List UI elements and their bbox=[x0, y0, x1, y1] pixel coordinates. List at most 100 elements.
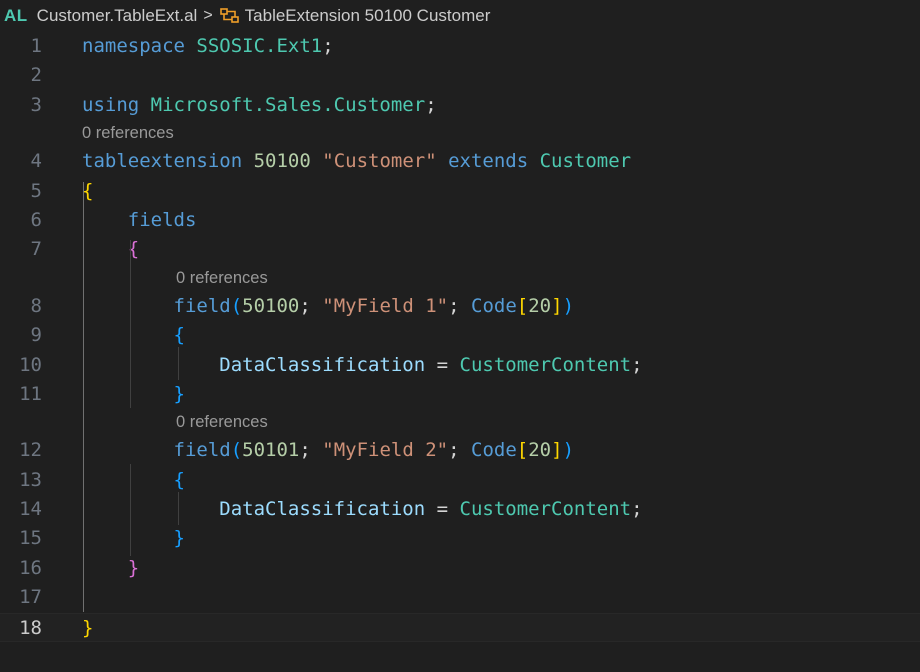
code-text: { bbox=[82, 466, 185, 495]
code-token: CustomerContent bbox=[459, 353, 632, 376]
code-text: } bbox=[82, 524, 185, 553]
codelens-label[interactable]: 0 references bbox=[176, 265, 268, 292]
code-token: Code bbox=[471, 294, 517, 317]
code-line[interactable]: 6 fields bbox=[0, 206, 920, 235]
code-text: fields bbox=[82, 206, 197, 235]
code-line[interactable]: 15 } bbox=[0, 524, 920, 553]
code-token: DataClassification bbox=[219, 353, 426, 376]
line-number: 15 bbox=[19, 527, 42, 550]
code-line[interactable]: 16 } bbox=[0, 554, 920, 583]
codelens-label[interactable]: 0 references bbox=[82, 120, 174, 147]
indent-guide bbox=[83, 182, 84, 612]
line-number: 12 bbox=[19, 439, 42, 462]
code-token: ; bbox=[631, 498, 643, 521]
code-line[interactable]: 18} bbox=[0, 612, 920, 643]
code-text: DataClassification = CustomerContent; bbox=[82, 495, 643, 524]
breadcrumb-file[interactable]: Customer.TableExt.al bbox=[37, 6, 198, 26]
code-text: { bbox=[82, 321, 185, 350]
code-line[interactable]: 3 using Microsoft.Sales.Customer; bbox=[0, 91, 920, 120]
code-text: using Microsoft.Sales.Customer; bbox=[82, 91, 437, 120]
code-token: Customer bbox=[539, 150, 632, 173]
code-token: } bbox=[82, 616, 94, 639]
codelens-references[interactable]: 0 references bbox=[0, 120, 920, 147]
code-token: "MyField 1" bbox=[322, 294, 449, 317]
line-number: 8 bbox=[30, 294, 42, 317]
code-token: ; bbox=[425, 93, 437, 116]
line-number: 4 bbox=[30, 150, 42, 173]
code-line[interactable]: 10 DataClassification = CustomerContent; bbox=[0, 351, 920, 380]
code-line[interactable]: 4 tableextension 50100 "Customer" extends… bbox=[0, 147, 920, 176]
code-line[interactable]: 5{ bbox=[0, 177, 920, 206]
codelens-references[interactable]: 0 references bbox=[0, 409, 920, 436]
code-token: } bbox=[127, 556, 140, 579]
code-line[interactable]: 2 bbox=[0, 61, 920, 90]
code-line[interactable]: 14 DataClassification = CustomerContent; bbox=[0, 495, 920, 524]
indent-guide bbox=[130, 240, 131, 408]
line-number: 10 bbox=[19, 353, 42, 376]
code-token: ; bbox=[448, 294, 471, 317]
indent-guide bbox=[178, 492, 179, 525]
code-line[interactable]: 7 { bbox=[0, 235, 920, 264]
line-number: 2 bbox=[30, 64, 42, 87]
line-number: 5 bbox=[30, 179, 42, 202]
code-token: [ bbox=[516, 439, 529, 462]
code-token: ) bbox=[562, 294, 575, 317]
code-token: { bbox=[173, 468, 185, 491]
code-token: ( bbox=[230, 294, 243, 317]
code-token: 50100 bbox=[242, 294, 300, 317]
code-token: SSOSIC.Ext1 bbox=[196, 35, 323, 57]
code-token: ; bbox=[322, 35, 334, 57]
code-token: } bbox=[173, 527, 185, 550]
code-line[interactable]: 11 } bbox=[0, 380, 920, 409]
line-number: 14 bbox=[19, 498, 42, 521]
code-line[interactable]: 13 { bbox=[0, 466, 920, 495]
code-token: ] bbox=[551, 439, 563, 462]
codelens-label[interactable]: 0 references bbox=[176, 409, 268, 436]
code-token: = bbox=[425, 353, 460, 376]
code-line[interactable]: 12 field(50101; "MyField 2"; Code[20]) bbox=[0, 436, 920, 465]
code-token: namespace bbox=[82, 35, 197, 57]
code-token: { bbox=[173, 324, 185, 347]
code-token: 20 bbox=[528, 439, 552, 462]
code-token: field bbox=[173, 294, 231, 317]
code-token: ; bbox=[299, 439, 323, 462]
code-token: ; bbox=[631, 353, 643, 376]
code-token: CustomerContent bbox=[459, 498, 632, 521]
code-text: } bbox=[82, 554, 139, 583]
code-line[interactable]: 17 bbox=[0, 583, 920, 612]
line-number: 7 bbox=[30, 238, 42, 261]
code-token: ; bbox=[299, 294, 323, 317]
line-number: 6 bbox=[30, 208, 42, 231]
code-token: Code bbox=[471, 439, 517, 462]
code-text: } bbox=[82, 380, 185, 409]
code-text: field(50101; "MyField 2"; Code[20]) bbox=[82, 436, 575, 465]
code-line[interactable]: 1 namespace SSOSIC.Ext1; bbox=[0, 32, 920, 61]
code-text: tableextension 50100 "Customer" extends … bbox=[82, 147, 631, 176]
codelens-references[interactable]: 0 references bbox=[0, 265, 920, 292]
line-number: 13 bbox=[19, 468, 42, 491]
code-token: 50101 bbox=[242, 439, 300, 462]
code-token: 20 bbox=[528, 294, 552, 317]
line-number: 1 bbox=[30, 35, 42, 57]
breadcrumb-symbol[interactable]: TableExtension 50100 Customer bbox=[245, 6, 491, 26]
code-line[interactable]: 8 field(50100; "MyField 1"; Code[20]) bbox=[0, 292, 920, 321]
code-token: "MyField 2" bbox=[322, 439, 449, 462]
code-line[interactable]: 9 { bbox=[0, 321, 920, 350]
code-text: DataClassification = CustomerContent; bbox=[82, 351, 643, 380]
code-text: namespace SSOSIC.Ext1; bbox=[82, 32, 334, 61]
code-token: [ bbox=[516, 294, 529, 317]
code-token: 50100 bbox=[253, 150, 311, 173]
code-token: tableextension bbox=[82, 150, 254, 173]
line-number: 11 bbox=[19, 382, 42, 405]
al-language-icon: AL bbox=[4, 6, 28, 25]
line-number: 3 bbox=[30, 93, 42, 116]
code-token: "Customer" bbox=[322, 150, 437, 173]
code-editor[interactable]: 1 namespace SSOSIC.Ext1; 2 3 using Microsoft… bbox=[0, 32, 920, 643]
